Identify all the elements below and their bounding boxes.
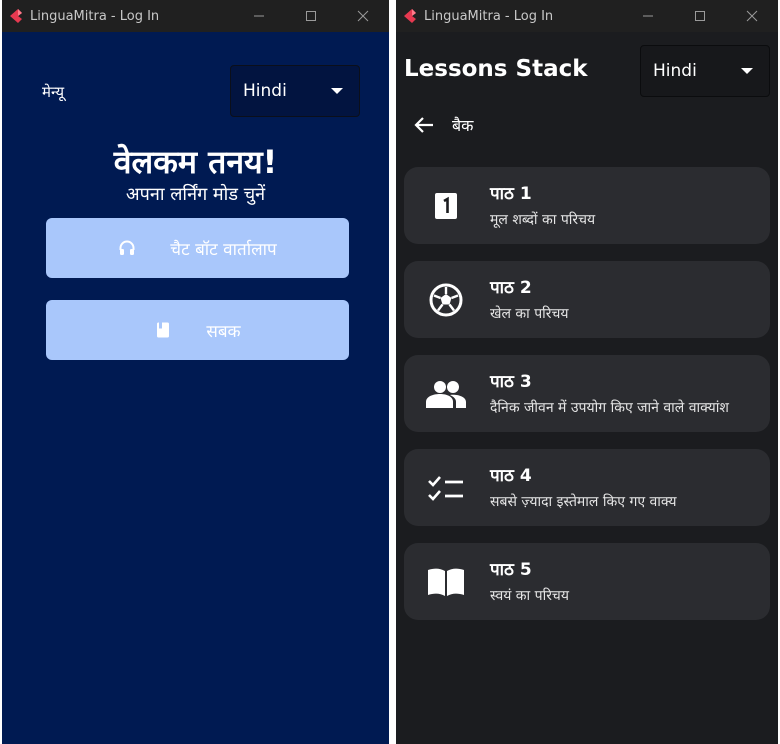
minimize-button[interactable] [233, 0, 285, 32]
language-dropdown[interactable]: Hindi [230, 65, 360, 117]
number-one-icon [426, 187, 466, 225]
title-bar: LinguaMitra - Log In [396, 0, 778, 32]
back-label: बैक [452, 116, 474, 135]
minimize-icon [643, 15, 653, 17]
lesson-description: स्वयं का परिचय [490, 588, 569, 604]
headphones-icon [118, 239, 136, 257]
lesson-card-1[interactable]: पाठ 1 मूल शब्दों का परिचय [404, 167, 770, 244]
arrow-left-icon [414, 117, 433, 133]
lesson-description: सबसे ज़्यादा इस्तेमाल किए गए वाक्य [490, 494, 677, 510]
mode-subtitle: अपना लर्निंग मोड चुनें [125, 184, 266, 205]
close-button[interactable] [337, 0, 389, 32]
lesson-card-3[interactable]: पाठ 3 दैनिक जीवन में उपयोग किए जाने वाले… [404, 355, 770, 432]
lesson-description: खेल का परिचय [490, 306, 569, 322]
lesson-card-5[interactable]: पाठ 5 स्वयं का परिचय [404, 543, 770, 620]
dropdown-caret-icon [331, 88, 343, 94]
lesson-title: पाठ 4 [490, 466, 532, 486]
title-bar: LinguaMitra - Log In [2, 0, 389, 32]
close-icon [357, 10, 369, 22]
left-window: LinguaMitra - Log In मेन्यू Hindi वेलकम … [2, 0, 389, 744]
maximize-button[interactable] [674, 0, 726, 32]
window-title: LinguaMitra - Log In [30, 8, 160, 24]
welcome-heading: वेलकम तनय! [113, 143, 278, 181]
lesson-card-2[interactable]: पाठ 2 खेल का परिचय [404, 261, 770, 338]
book-icon [154, 321, 172, 339]
language-value: Hindi [243, 81, 287, 101]
lesson-title: पाठ 2 [490, 278, 532, 298]
app-logo-icon [404, 9, 416, 23]
app-logo-icon [10, 9, 22, 23]
menu-button[interactable]: मेन्यू [42, 82, 64, 102]
lesson-title: पाठ 5 [490, 560, 532, 580]
maximize-icon [695, 11, 705, 21]
people-icon [426, 375, 466, 413]
back-button[interactable]: बैक [414, 114, 473, 136]
lesson-description: मूल शब्दों का परिचय [490, 212, 596, 228]
lesson-title: पाठ 1 [490, 184, 532, 204]
lesson-card-4[interactable]: पाठ 4 सबसे ज़्यादा इस्तेमाल किए गए वाक्य [404, 449, 770, 526]
language-dropdown[interactable]: Hindi [640, 45, 770, 97]
lesson-description: दैनिक जीवन में उपयोग किए जाने वाले वाक्य… [490, 400, 729, 416]
close-button[interactable] [726, 0, 778, 32]
soccer-ball-icon [426, 281, 466, 319]
minimize-icon [254, 15, 264, 17]
chatbot-conversation-button[interactable]: चैट बॉट वार्तालाप [46, 218, 349, 278]
maximize-button[interactable] [285, 0, 337, 32]
window-title: LinguaMitra - Log In [424, 8, 554, 24]
right-window: LinguaMitra - Log In Lessons Stack Hindi… [396, 0, 778, 744]
checklist-icon [426, 469, 466, 507]
close-icon [746, 10, 758, 22]
lessons-button-label: सबक [206, 321, 241, 342]
minimize-button[interactable] [622, 0, 674, 32]
chatbot-button-label: चैट बॉट वार्तालाप [170, 239, 277, 260]
dropdown-caret-icon [741, 68, 753, 74]
lessons-button[interactable]: सबक [46, 300, 349, 360]
page-title: Lessons Stack [404, 56, 588, 82]
language-value: Hindi [653, 61, 697, 81]
maximize-icon [306, 11, 316, 21]
lesson-title: पाठ 3 [490, 372, 532, 392]
open-book-icon [426, 563, 466, 601]
